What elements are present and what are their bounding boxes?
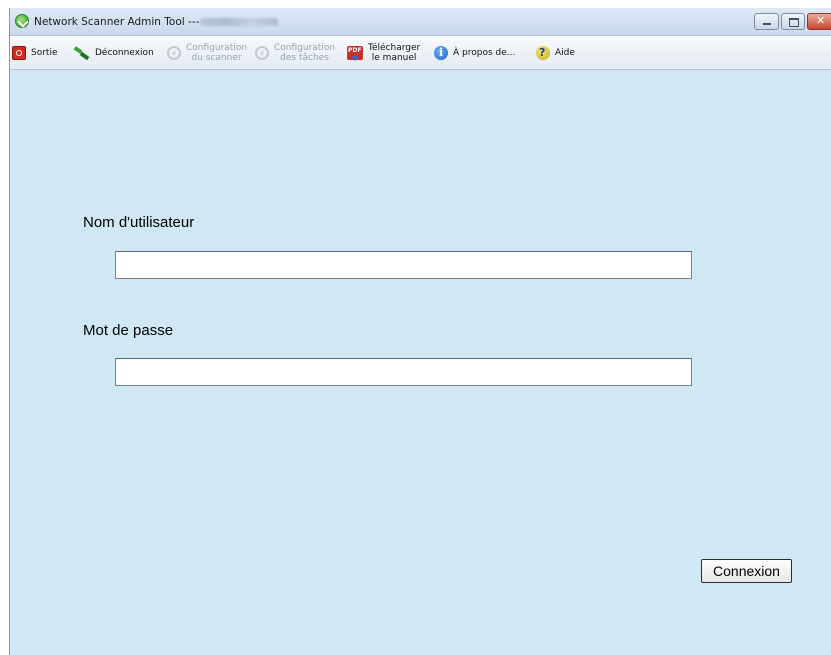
scanner-config-button[interactable]: Configuration du scanner bbox=[167, 36, 247, 69]
task-config-label-line1: Configuration bbox=[274, 42, 336, 53]
close-button[interactable] bbox=[807, 13, 831, 30]
logout-button[interactable]: Déconnexion bbox=[74, 36, 154, 69]
login-panel: Nom d'utilisateur Mot de passe Connexion bbox=[10, 70, 831, 655]
task-config-label-line2: des tâches bbox=[280, 52, 329, 63]
username-label: Nom d'utilisateur bbox=[83, 214, 195, 231]
download-manual-button[interactable]: Télécharger le manuel bbox=[347, 36, 420, 69]
logout-label: Déconnexion bbox=[95, 47, 154, 58]
about-label: À propos de... bbox=[453, 47, 516, 58]
gear-icon bbox=[255, 45, 269, 60]
toolbar: Sortie Déconnexion Configuration du scan… bbox=[10, 36, 831, 70]
scanner-config-label-line2: du scanner bbox=[191, 52, 242, 63]
help-icon bbox=[536, 45, 550, 60]
maximize-button[interactable] bbox=[781, 13, 805, 30]
connexion-button[interactable]: Connexion bbox=[701, 559, 792, 583]
download-manual-label-line2: le manuel bbox=[371, 52, 417, 63]
exit-label: Sortie bbox=[31, 47, 58, 58]
about-button[interactable]: À propos de... bbox=[434, 36, 515, 69]
blurred-hostname bbox=[200, 18, 278, 26]
disconnect-icon bbox=[74, 46, 90, 60]
password-label: Mot de passe bbox=[83, 322, 174, 339]
task-config-button[interactable]: Configuration des tâches bbox=[255, 36, 335, 69]
help-button[interactable]: Aide bbox=[536, 36, 575, 69]
download-manual-label-line1: Télécharger bbox=[368, 42, 421, 53]
exit-icon bbox=[12, 45, 26, 60]
title-bar: Network Scanner Admin Tool --- bbox=[10, 8, 831, 36]
scanner-config-label-line1: Configuration bbox=[186, 42, 248, 53]
minimize-button[interactable] bbox=[754, 13, 779, 30]
password-input[interactable] bbox=[115, 358, 692, 386]
window-title: Network Scanner Admin Tool --- bbox=[34, 16, 200, 28]
app-window: Network Scanner Admin Tool --- Sortie Dé… bbox=[9, 8, 831, 655]
app-logo-icon bbox=[15, 14, 29, 28]
exit-button[interactable]: Sortie bbox=[12, 36, 58, 69]
pdf-icon bbox=[347, 45, 363, 61]
help-label: Aide bbox=[555, 47, 575, 58]
info-icon bbox=[434, 45, 448, 60]
gear-icon bbox=[167, 45, 181, 60]
username-input[interactable] bbox=[115, 251, 692, 279]
